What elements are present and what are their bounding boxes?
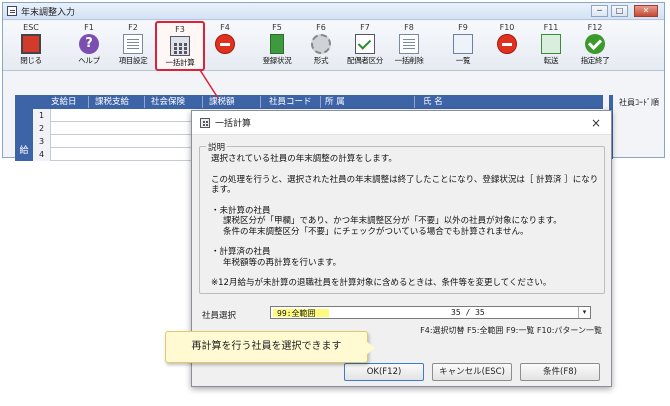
toolbar-button-finish[interactable]: F12 指定終了 (573, 23, 617, 69)
ok-icon (585, 34, 605, 54)
toolbar-button-item-settings[interactable]: F2 項目設定 (111, 23, 155, 69)
row-number: 4 (33, 148, 51, 161)
dialog-title-bar: 一括計算 × (192, 111, 611, 135)
description-line: 選択されている社員の年末調整の計算をします。 (211, 154, 397, 164)
select-value: 99:全範囲 (277, 309, 316, 318)
toolbar-label: 一括計算 (165, 58, 195, 67)
condition-button[interactable]: 条件(F8) (520, 363, 600, 381)
description-legend: 説明 (206, 141, 228, 153)
title-bar: 年末調整入力 (3, 3, 664, 20)
toolbar-button-list[interactable]: F9 一覧 (441, 23, 485, 69)
fkey-label: F7 (360, 23, 370, 32)
dialog-title: 一括計算 (215, 119, 252, 129)
ok-button[interactable]: OK(F12) (344, 363, 424, 381)
toolbar-label: 転送 (543, 56, 559, 65)
grid-header-cell: 課税支給 (95, 96, 145, 108)
grid-header-cell: 課税額 (209, 96, 261, 108)
toolbar-label: 指定終了 (580, 56, 610, 65)
calculator-icon (170, 36, 190, 56)
cancel-button[interactable]: キャンセル(ESC) (432, 363, 512, 381)
toolbar-label: ヘルプ (78, 56, 100, 65)
checklist-icon (355, 34, 375, 54)
employee-select-dropdown[interactable]: 99:全範囲 35 / 35 ▾ (270, 306, 591, 319)
fkey-label: F2 (128, 23, 138, 32)
toolbar-button-transfer[interactable]: F11 転送 (529, 23, 573, 69)
fkey-label: F4 (220, 23, 230, 32)
grid-header-cell: 社員コード (269, 96, 321, 108)
toolbar-button-registration[interactable]: F5 登録状況 (255, 23, 299, 69)
grid-header-cell: 所 属 (325, 96, 415, 108)
description-line: 年税額等の再計算を行います。 (223, 257, 342, 268)
close-icon[interactable]: × (591, 116, 601, 130)
toolbar-button-f10[interactable]: F10 (485, 23, 529, 69)
grid-header-cell: 氏 名 (423, 97, 443, 107)
chevron-down-icon[interactable]: ▾ (578, 307, 590, 318)
toolbar: ESC 閉じる F1 ? ヘルプ F2 項目設定 F3 一括計算 F4 F5 登… (3, 21, 664, 71)
toolbar-button-f4[interactable]: F4 (203, 23, 247, 69)
toolbar-button-esc[interactable]: ESC 閉じる (9, 23, 53, 69)
toolbar-label: 一括削除 (394, 56, 424, 65)
fkey-label: F11 (543, 23, 559, 32)
help-icon: ? (79, 34, 99, 54)
description-text: 選択されている社員の年末調整の計算をします。 この処理を行うと、選択された社員の… (211, 154, 599, 289)
description-line: 課税区分が「甲欄」であり、かつ年末調整区分が「不要」以外の社員が対象になります。 (223, 216, 562, 226)
fkey-label: F1 (84, 23, 94, 32)
description-line: ・計算済の社員 (211, 247, 271, 257)
grid-header-cell: 社会保険 (151, 96, 203, 108)
fkey-label: ESC (23, 23, 39, 32)
toolbar-button-format[interactable]: F6 形式 (299, 23, 343, 69)
sort-order-label[interactable]: 社員ｺｰﾄﾞ順 (619, 97, 659, 108)
toolbar-label: 一覧 (455, 56, 471, 65)
settings-sheet-icon (123, 34, 143, 54)
toolbar-button-spouse[interactable]: F7 配偶者区分 (343, 23, 387, 69)
no-entry-icon (497, 34, 517, 54)
delete-sheet-icon (399, 34, 419, 54)
app-icon (7, 6, 17, 16)
fkey-label: F9 (458, 23, 468, 32)
employee-select-label: 社員選択 (202, 311, 237, 321)
toolbar-button-help[interactable]: F1 ? ヘルプ (67, 23, 111, 69)
window-title: 年末調整入力 (21, 7, 76, 18)
fkey-label: F6 (316, 23, 326, 32)
toolbar-button-batch-calc[interactable]: F3 一括計算 (155, 21, 205, 71)
exit-icon (21, 34, 41, 54)
toolbar-label: 登録状況 (262, 56, 292, 65)
maximize-button[interactable]: □ (611, 5, 628, 17)
description-group: 説明 選択されている社員の年末調整の計算をします。 この処理を行うと、選択された… (199, 141, 605, 294)
toolbar-label: 閉じる (20, 56, 42, 65)
transfer-icon (541, 34, 561, 54)
fkey-label: F12 (587, 23, 603, 32)
description-line: ※12月給与が未計算の退職社員を計算対象に含めるときは、条件等を変更してください… (211, 278, 552, 288)
row-number: 1 (33, 109, 51, 122)
list-icon (453, 34, 473, 54)
description-line: この処理を行うと、選択された社員の年末調整は終了したことになり、登録状況は［ 計… (211, 174, 599, 196)
hint-callout: 再計算を行う社員を選択できます (165, 331, 375, 363)
toolbar-label: 項目設定 (118, 56, 148, 65)
row-number: 2 (33, 122, 51, 135)
calculator-icon (200, 117, 210, 128)
grid-side-label: 給 (15, 95, 33, 161)
select-count: 35 / 35 (451, 308, 485, 317)
toolbar-button-batch-delete[interactable]: F8 一括削除 (387, 23, 431, 69)
description-line: 条件の年末調整区分「不要」にチェックがついている場合でも計算されません。 (223, 226, 529, 237)
fkey-label: F8 (404, 23, 414, 32)
fkey-label: F5 (272, 23, 282, 32)
fkey-label: F3 (175, 25, 185, 34)
gear-icon (311, 34, 331, 54)
grid-header-cell: 支給日 (51, 96, 89, 108)
row-number: 3 (33, 135, 51, 148)
toolbar-label: 配偶者区分 (347, 56, 383, 65)
minimize-button[interactable]: ─ (591, 5, 608, 17)
book-icon (270, 34, 284, 54)
description-line: ・未計算の社員 (211, 205, 271, 216)
fkey-label: F10 (499, 23, 515, 32)
no-entry-icon (215, 34, 235, 54)
close-button[interactable]: ✕ (634, 5, 658, 17)
function-key-hints: F4:選択切替 F5:全範囲 F9:一覧 F10:パターン一覧 (420, 326, 602, 335)
toolbar-label: 形式 (313, 56, 329, 65)
